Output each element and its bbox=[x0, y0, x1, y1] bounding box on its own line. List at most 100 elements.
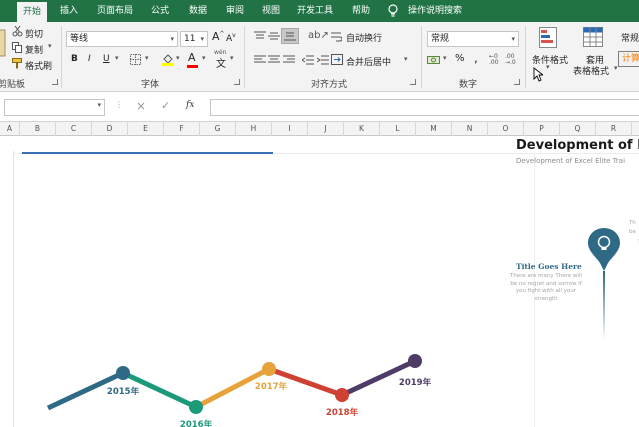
cell-style-normal[interactable]: 常规 bbox=[621, 31, 639, 44]
accounting-format-icon[interactable] bbox=[427, 54, 441, 66]
cell-style-calc[interactable]: 计算 bbox=[618, 51, 639, 67]
number-launcher-icon[interactable] bbox=[514, 79, 520, 85]
column-header-l[interactable]: L bbox=[380, 122, 416, 136]
timeline-node bbox=[116, 366, 130, 380]
format-painter-button[interactable]: 格式刷 bbox=[25, 59, 52, 72]
column-header-k[interactable]: K bbox=[344, 122, 380, 136]
column-header-f[interactable]: F bbox=[164, 122, 200, 136]
comma-style-button[interactable]: , bbox=[474, 51, 478, 65]
paste-icon[interactable] bbox=[0, 28, 6, 58]
borders-icon[interactable] bbox=[130, 54, 141, 65]
align-middle-icon[interactable] bbox=[268, 31, 280, 41]
decrease-decimal-icon[interactable]: .00 →.0 bbox=[505, 54, 516, 66]
fill-color-dropdown-icon[interactable]: ▾ bbox=[176, 54, 180, 62]
number-group-label: 数字 bbox=[459, 80, 478, 90]
column-header-o[interactable]: O bbox=[488, 122, 524, 136]
align-bottom-button[interactable] bbox=[281, 28, 299, 44]
column-header-c[interactable]: C bbox=[56, 122, 92, 136]
insert-function-icon[interactable]: fx bbox=[186, 100, 194, 110]
accounting-dropdown-icon[interactable]: ▾ bbox=[443, 54, 447, 62]
cut-button[interactable]: 剪切 bbox=[25, 27, 43, 40]
font-color-button[interactable]: A bbox=[188, 51, 196, 64]
tab-insert[interactable]: 插入 bbox=[60, 0, 78, 22]
wrap-text-button[interactable]: 自动换行 bbox=[346, 31, 382, 44]
tab-help[interactable]: 帮助 bbox=[352, 0, 370, 22]
font-launcher-icon[interactable] bbox=[234, 79, 240, 85]
font-color-dropdown-icon[interactable]: ▾ bbox=[202, 54, 206, 62]
column-header-j[interactable]: J bbox=[308, 122, 344, 136]
orientation-icon[interactable]: ab↗ bbox=[308, 30, 329, 41]
column-header-i[interactable]: I bbox=[272, 122, 308, 136]
timeline-year-label: 2017年 bbox=[255, 381, 288, 392]
merge-dropdown-icon[interactable]: ▾ bbox=[404, 55, 408, 63]
underline-dropdown-icon[interactable]: ▾ bbox=[115, 54, 119, 62]
lightbulb-icon[interactable] bbox=[387, 4, 399, 18]
italic-button[interactable]: I bbox=[88, 54, 91, 64]
underline-button[interactable]: U bbox=[103, 54, 110, 64]
tab-review[interactable]: 审阅 bbox=[226, 0, 244, 22]
font-size-select[interactable]: 11 ▾ bbox=[180, 31, 208, 47]
name-box[interactable]: ▾ bbox=[4, 99, 105, 116]
font-group-label: 字体 bbox=[141, 80, 160, 90]
worksheet-area[interactable]: Development of Ex Development of Excel E… bbox=[0, 137, 639, 427]
column-header-a[interactable]: A bbox=[0, 122, 20, 136]
tab-developer[interactable]: 开发工具 bbox=[297, 0, 333, 22]
clipboard-launcher-icon[interactable] bbox=[52, 79, 58, 85]
chevron-down-icon[interactable]: ▾ bbox=[97, 101, 101, 109]
timeline-year-label: 2019年 bbox=[399, 377, 432, 388]
decrease-indent-icon[interactable] bbox=[302, 55, 314, 65]
conditional-format-icon[interactable] bbox=[539, 27, 559, 49]
column-header-g[interactable]: G bbox=[200, 122, 236, 136]
conditional-format-button[interactable]: 条件格式 bbox=[532, 53, 568, 66]
format-painter-icon[interactable] bbox=[12, 58, 23, 69]
align-center-icon[interactable] bbox=[268, 55, 280, 65]
format-as-table-button[interactable]: 表格格式 bbox=[573, 64, 609, 77]
font-name-select[interactable]: 等线 ▾ bbox=[66, 31, 178, 47]
align-left-icon[interactable] bbox=[254, 55, 266, 65]
column-header-d[interactable]: D bbox=[92, 122, 128, 136]
tab-view[interactable]: 视图 bbox=[262, 0, 280, 22]
column-header-m[interactable]: M bbox=[416, 122, 452, 136]
phonetic-dropdown-icon[interactable]: ▾ bbox=[230, 54, 234, 62]
fill-color-icon[interactable] bbox=[162, 53, 174, 66]
format-as-table-dropdown-icon[interactable]: ▾ bbox=[614, 64, 618, 72]
increase-decimal-icon[interactable]: ←0.00 bbox=[489, 54, 499, 66]
copy-icon[interactable] bbox=[12, 42, 23, 53]
tab-data[interactable]: 数据 bbox=[189, 0, 207, 22]
borders-dropdown-icon[interactable]: ▾ bbox=[145, 54, 149, 62]
tab-home[interactable]: 开始 bbox=[17, 2, 48, 22]
format-as-table-icon[interactable] bbox=[583, 27, 605, 49]
conditional-format-dropdown-icon[interactable]: ▾ bbox=[546, 63, 550, 71]
percent-button[interactable]: % bbox=[455, 53, 465, 64]
column-header-n[interactable]: N bbox=[452, 122, 488, 136]
tab-formulas[interactable]: 公式 bbox=[151, 0, 169, 22]
formula-bar-grip-icon[interactable]: ⋮ bbox=[115, 100, 123, 109]
column-header-q[interactable]: Q bbox=[560, 122, 596, 136]
merge-center-button[interactable]: 合并后居中 bbox=[346, 55, 391, 68]
increase-font-button[interactable]: A^ bbox=[212, 30, 225, 43]
number-format-select[interactable]: 常规 ▾ bbox=[427, 31, 519, 47]
merge-center-icon[interactable] bbox=[331, 54, 343, 65]
align-top-icon[interactable] bbox=[254, 31, 266, 41]
column-header-p[interactable]: P bbox=[524, 122, 560, 136]
decrease-font-button[interactable]: Av bbox=[226, 32, 236, 44]
alignment-launcher-icon[interactable] bbox=[410, 79, 416, 85]
column-header-r[interactable]: R bbox=[596, 122, 632, 136]
tell-me-search[interactable]: 操作说明搜索 bbox=[408, 0, 462, 22]
enter-icon[interactable]: ✓ bbox=[161, 99, 170, 112]
scissors-icon[interactable] bbox=[12, 26, 23, 37]
align-right-icon[interactable] bbox=[283, 55, 295, 65]
column-header-b[interactable]: B bbox=[20, 122, 56, 136]
wrap-text-icon[interactable] bbox=[331, 32, 342, 42]
cancel-icon[interactable]: × bbox=[136, 99, 146, 113]
formula-input[interactable] bbox=[210, 99, 639, 116]
copy-dropdown-icon[interactable]: ▾ bbox=[48, 42, 52, 50]
bold-button[interactable]: B bbox=[71, 54, 78, 64]
increase-indent-icon[interactable] bbox=[317, 55, 329, 65]
copy-button[interactable]: 复制 bbox=[25, 43, 43, 56]
column-header-e[interactable]: E bbox=[128, 122, 164, 136]
phonetic-guide-icon[interactable]: 文 bbox=[216, 55, 226, 70]
column-header-h[interactable]: H bbox=[236, 122, 272, 136]
ribbon-separator bbox=[525, 26, 526, 88]
tab-page-layout[interactable]: 页面布局 bbox=[97, 0, 133, 22]
